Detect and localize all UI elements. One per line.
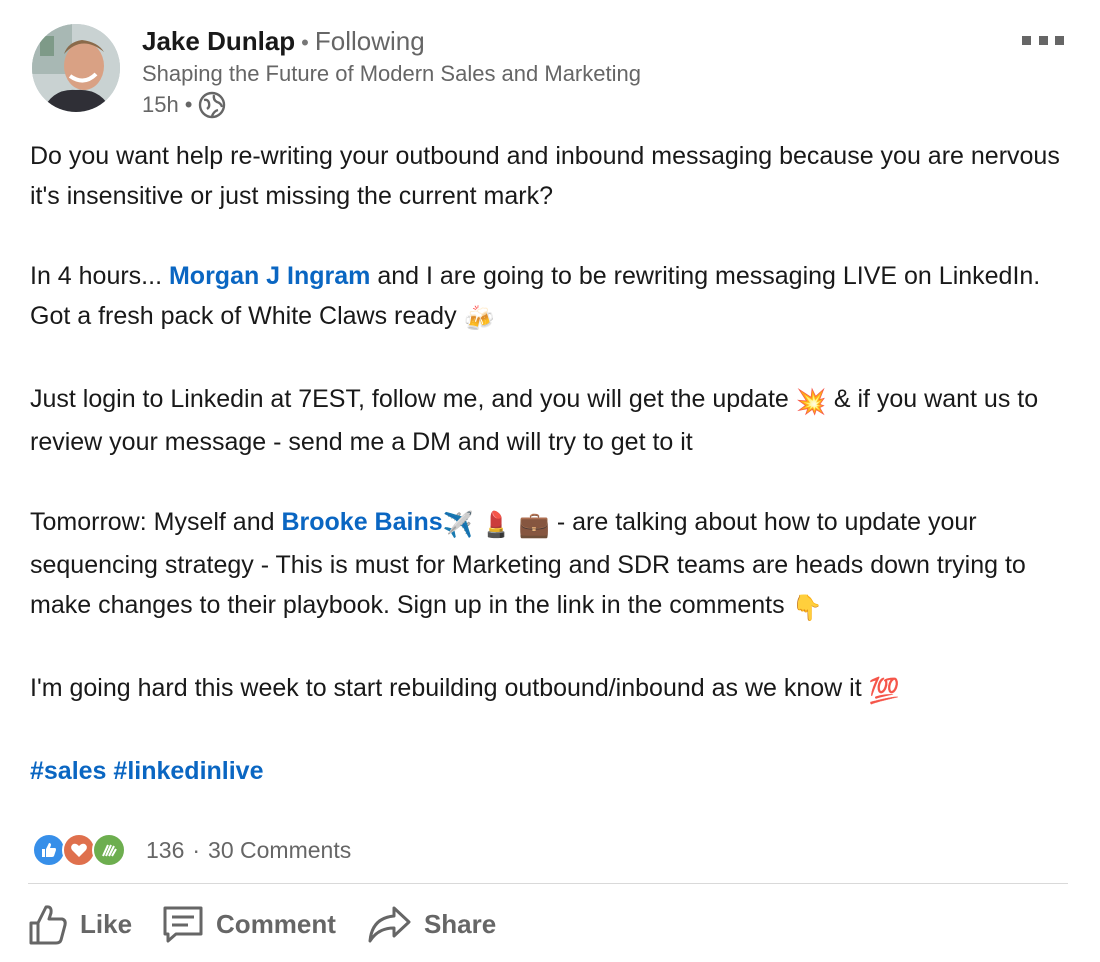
mention-brooke-bains[interactable]: Brooke Bains [281,508,442,536]
airplane-lipstick-briefcase-emoji: ✈️ 💄 💼 [442,511,550,539]
meta-separator-dot: • [184,92,193,117]
post-actions: Like Comment Share [28,894,526,954]
support-reaction-icon [92,833,126,867]
hundred-points-emoji: 💯 [868,677,900,705]
post-meta: 15h • [142,90,226,120]
following-status: Following [314,26,425,56]
name-separator-dot: • [301,30,309,55]
comment-button[interactable]: Comment [162,904,336,944]
like-label: Like [80,908,133,939]
social-separator: · [192,836,201,863]
post-time: 15h [142,92,179,117]
share-button[interactable]: Share [366,904,496,944]
hashtag-linkedinlive[interactable]: #linkedinlive [113,757,263,785]
author-name-line: Jake Dunlap • Following [142,26,425,58]
post-paragraph-4: Tomorrow: Myself and Brooke Bains ✈️ 💄 💼… [30,502,1080,628]
more-options-icon[interactable] [1022,32,1064,48]
thumbs-up-icon [29,905,67,945]
pointing-down-emoji: 👇 [791,594,823,622]
comment-icon [163,906,203,943]
author-avatar[interactable] [32,24,120,112]
reaction-icons[interactable] [32,833,126,867]
hashtag-sales[interactable]: #sales [30,757,106,785]
post-paragraph-1: Do you want help re-writing your outboun… [30,142,1060,210]
hashtags: #sales #linkedinlive [30,751,1080,791]
actions-divider [28,883,1068,884]
post-paragraph-3: Just login to Linkedin at 7EST, follow m… [30,379,1080,462]
post-paragraph-2: In 4 hours... Morgan J Ingram and I are … [30,256,1080,339]
globe-icon [198,91,226,119]
share-arrow-icon [368,906,411,943]
share-label: Share [423,908,497,939]
post-body: Do you want help re-writing your outboun… [30,136,1080,791]
like-button[interactable]: Like [28,903,132,945]
comments-count[interactable]: 30 Comments [208,837,351,864]
author-name[interactable]: Jake Dunlap [142,26,295,56]
post-paragraph-5: I'm going hard this week to start rebuil… [30,668,1080,711]
beer-mugs-emoji: 🍻 [463,305,495,333]
social-counts: 136 · 30 Comments [32,832,351,868]
collision-emoji: 💥 [795,388,827,416]
love-reaction-icon [62,833,96,867]
like-reaction-icon [32,833,66,867]
comment-label: Comment [216,908,336,939]
mention-morgan-j-ingram[interactable]: Morgan J Ingram [169,262,370,290]
reaction-count[interactable]: 136 [146,837,184,864]
author-headline: Shaping the Future of Modern Sales and M… [142,61,641,86]
post-header: Jake Dunlap • Following Shaping the Future… [32,22,1072,122]
